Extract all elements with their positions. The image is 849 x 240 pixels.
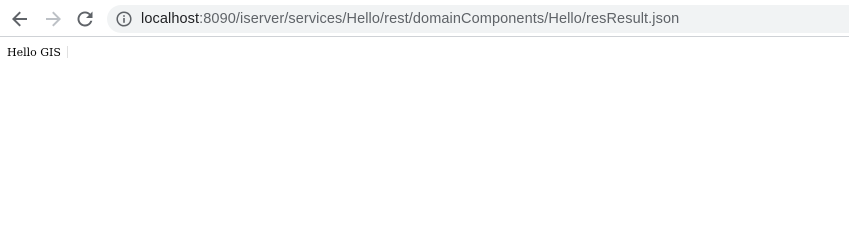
arrow-right-icon — [46, 11, 61, 27]
back-button[interactable] — [6, 5, 34, 33]
reload-icon — [77, 11, 93, 27]
arrow-left-icon — [12, 11, 27, 27]
url-text[interactable]: localhost:8090/iserver/services/Hello/re… — [141, 5, 679, 33]
text-cursor — [66, 46, 68, 58]
response-text: Hello GIS — [7, 46, 61, 59]
url-host: localhost — [141, 11, 200, 27]
url-path: :8090/iserver/services/Hello/rest/domain… — [199, 11, 680, 27]
reload-button[interactable] — [71, 5, 99, 33]
page-content: Hello GIS — [7, 46, 68, 59]
address-bar[interactable]: localhost:8090/iserver/services/Hello/re… — [107, 5, 849, 33]
browser-toolbar: localhost:8090/iserver/services/Hello/re… — [0, 0, 849, 37]
info-circle-icon[interactable] — [116, 11, 132, 27]
forward-button[interactable] — [39, 5, 67, 33]
